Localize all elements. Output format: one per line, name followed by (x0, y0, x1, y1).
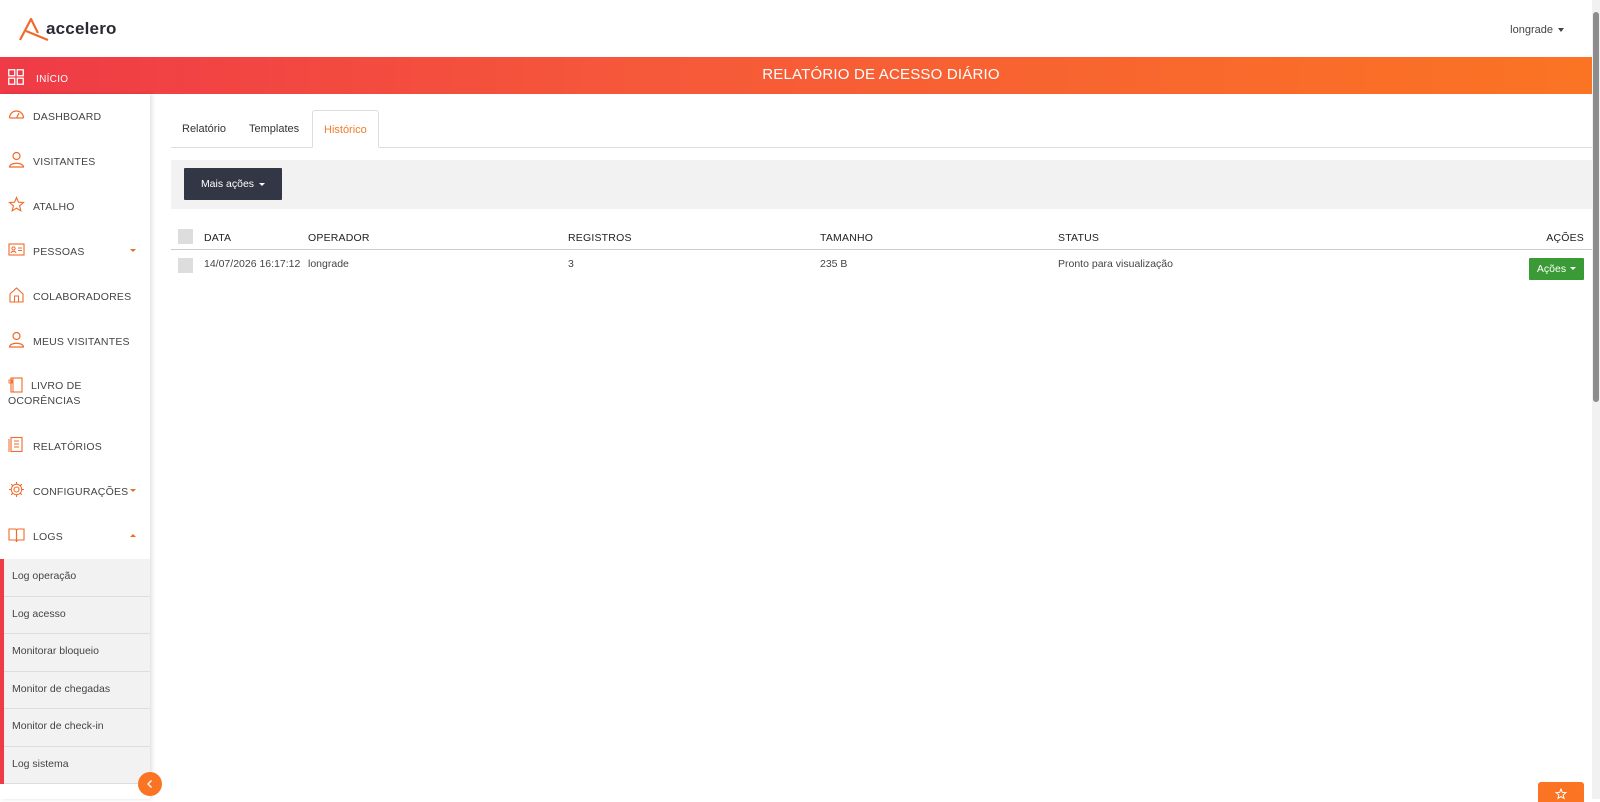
sidebar-item-label: VISITANTES (33, 156, 96, 168)
user-name: longrade (1510, 24, 1553, 36)
sidebar-item-label: CONFIGURAÇÕES (33, 486, 129, 498)
sidebar-item-relatorios[interactable]: RELATÓRIOS (0, 424, 150, 469)
table-row: 14/07/2026 16:17:12 longrade 3 235 B Pro… (171, 249, 1592, 280)
sidebar-item-visitantes[interactable]: VISITANTES (0, 139, 150, 184)
cell-registros: 3 (568, 257, 574, 270)
sidebar-item-pessoas[interactable]: PESSOAS (0, 229, 150, 274)
dashboard-icon (8, 110, 25, 119)
logs-submenu: Log operação Log acesso Monitorar bloque… (0, 559, 150, 784)
more-actions-label: Mais ações (200, 178, 255, 190)
sidebar-item-meus-visitantes[interactable]: MEUS VISITANTES (0, 319, 150, 364)
page-title: RELATÓRIO DE ACESSO DIÁRIO (762, 66, 1000, 83)
sidebar-item-label: COLABORADORES (33, 291, 132, 303)
logo-text: accelero (46, 19, 117, 38)
submenu-item-monitor-de-chegadas[interactable]: Monitor de chegadas (4, 672, 150, 709)
select-all-cell (171, 225, 204, 250)
sidebar: DASHBOARD VISITANTES ATALHO PESSOAS COLA… (0, 94, 150, 799)
star-icon (8, 196, 25, 212)
page-scrollbar[interactable] (1592, 0, 1600, 799)
favorite-button[interactable] (1538, 782, 1584, 802)
column-header-status[interactable]: STATUS (1058, 225, 1478, 250)
submenu-item-monitorar-bloqueio[interactable]: Monitorar bloqueio (4, 634, 150, 672)
sidebar-item-dashboard[interactable]: DASHBOARD (0, 94, 150, 139)
report-icon (8, 436, 23, 453)
tab-templates[interactable]: Templates (249, 110, 299, 148)
open-book-icon (8, 528, 25, 543)
row-select-cell (171, 249, 204, 280)
book-icon (8, 377, 23, 393)
cell-acoes: Ações (1478, 249, 1592, 280)
row-actions-button[interactable]: Ações (1529, 257, 1584, 280)
chevron-down-icon (1570, 267, 1577, 270)
cell-operador: longrade (308, 257, 349, 270)
more-actions-button[interactable]: Mais ações (184, 168, 282, 200)
history-table: DATA OPERADOR REGISTROS TAMANHO STATUS A… (171, 225, 1592, 280)
sidebar-item-atalho[interactable]: ATALHO (0, 184, 150, 229)
sidebar-item-label: ATALHO (33, 201, 75, 213)
gear-icon (9, 482, 24, 497)
tab-bar: Relatório Templates Histórico (171, 110, 1592, 148)
page-banner: INÍCIO RELATÓRIO DE ACESSO DIÁRIO (0, 57, 1592, 94)
sidebar-item-label: PESSOAS (33, 246, 85, 258)
logo[interactable]: accelero (18, 16, 117, 42)
sidebar-item-label: MEUS VISITANTES (33, 336, 130, 348)
collapse-sidebar-button[interactable] (138, 772, 162, 796)
cell-tamanho: 235 B (820, 257, 848, 270)
submenu-item-log-operacao[interactable]: Log operação (4, 559, 150, 597)
home-icon (9, 287, 24, 303)
column-header-acoes: AÇÕES (1478, 225, 1592, 250)
tab-relatorio[interactable]: Relatório (182, 110, 226, 148)
sidebar-item-label: RELATÓRIOS (33, 441, 102, 453)
submenu-item-log-sistema[interactable]: Log sistema (4, 747, 150, 784)
table-header-row: DATA OPERADOR REGISTROS TAMANHO STATUS A… (171, 225, 1592, 250)
cell-data: 14/07/2026 16:17:12 (204, 257, 301, 270)
star-icon (1555, 788, 1567, 800)
submenu-item-monitor-de-check-in[interactable]: Monitor de check-in (4, 709, 150, 747)
person-icon (8, 331, 25, 348)
row-actions-label: Ações (1536, 262, 1567, 275)
sidebar-item-label: LOGS (33, 531, 63, 543)
main-content: Relatório Templates Histórico Mais ações… (171, 110, 1592, 280)
cell-status: Pronto para visualização (1058, 257, 1173, 270)
column-header-operador[interactable]: OPERADOR (308, 225, 568, 250)
sidebar-item-label: DASHBOARD (33, 111, 102, 123)
sidebar-item-colaboradores[interactable]: COLABORADORES (0, 274, 150, 319)
submenu-item-log-acesso[interactable]: Log acesso (4, 597, 150, 634)
chevron-down-icon (130, 249, 136, 252)
sidebar-item-logs[interactable]: LOGS (0, 514, 150, 559)
top-bar: accelero longrade (0, 0, 1592, 57)
chevron-down-icon (259, 182, 266, 186)
chevron-left-icon (147, 780, 152, 788)
action-bar: Mais ações (171, 160, 1592, 209)
scrollbar-thumb[interactable] (1593, 12, 1599, 402)
column-header-tamanho[interactable]: TAMANHO (820, 225, 1058, 250)
column-header-registros[interactable]: REGISTROS (568, 225, 820, 250)
sidebar-item-label: LIVRO DE OCORÊNCIAS (8, 376, 150, 409)
chevron-down-icon (1558, 28, 1564, 33)
row-checkbox[interactable] (178, 257, 193, 273)
id-card-icon (8, 243, 25, 256)
select-all-checkbox[interactable] (178, 228, 193, 244)
person-icon (8, 151, 25, 168)
column-header-data[interactable]: DATA (204, 225, 308, 250)
user-menu[interactable]: longrade (1510, 24, 1564, 36)
sidebar-item-configuracoes[interactable]: CONFIGURAÇÕES (0, 469, 150, 514)
tab-historico[interactable]: Histórico (312, 110, 379, 148)
chevron-down-icon (130, 489, 136, 492)
sidebar-item-livro-de-ocorencias[interactable]: LIVRO DE OCORÊNCIAS (0, 364, 150, 424)
chevron-up-icon (130, 534, 136, 537)
